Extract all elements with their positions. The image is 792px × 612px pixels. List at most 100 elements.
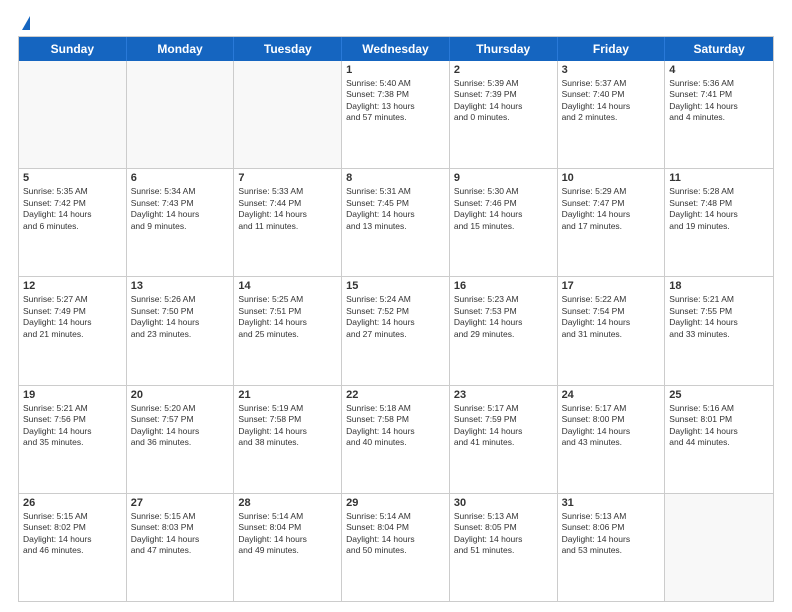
day-number: 26 <box>23 497 122 509</box>
calendar-cell: 29Sunrise: 5:14 AM Sunset: 8:04 PM Dayli… <box>342 494 450 601</box>
day-info: Sunrise: 5:30 AM Sunset: 7:46 PM Dayligh… <box>454 186 553 232</box>
weekday-header: Sunday <box>19 37 127 61</box>
calendar-header: SundayMondayTuesdayWednesdayThursdayFrid… <box>19 37 773 61</box>
logo <box>18 18 30 26</box>
day-number: 22 <box>346 389 445 401</box>
day-number: 16 <box>454 280 553 292</box>
day-number: 12 <box>23 280 122 292</box>
calendar-row: 19 Sunrise: 5:21 AM Sunset: 7:56 PM Dayli… <box>19 385 773 493</box>
calendar-cell: 18Sunrise: 5:21 AM Sunset: 7:55 PM Dayli… <box>665 277 773 384</box>
day-number: 19 <box>23 389 122 401</box>
calendar-row: 1Sunrise: 5:40 AM Sunset: 7:38 PM Daylig… <box>19 61 773 168</box>
day-info: Sunrise: 5:21 AM Sunset: 7:56 PM Dayligh… <box>23 403 122 449</box>
calendar-cell: 26 Sunrise: 5:15 AM Sunset: 8:02 PM Dayli… <box>19 494 127 601</box>
calendar: SundayMondayTuesdayWednesdayThursdayFrid… <box>18 36 774 602</box>
day-number: 9 <box>454 172 553 184</box>
calendar-cell: 24 Sunrise: 5:17 AM Sunset: 8:00 PM Dayli… <box>558 386 666 493</box>
day-number: 3 <box>562 64 661 76</box>
day-info: Sunrise: 5:17 AM Sunset: 8:00 PM Dayligh… <box>562 403 661 449</box>
weekday-header: Friday <box>558 37 666 61</box>
calendar-cell: 4Sunrise: 5:36 AM Sunset: 7:41 PM Daylig… <box>665 61 773 168</box>
calendar-cell: 17 Sunrise: 5:22 AM Sunset: 7:54 PM Dayli… <box>558 277 666 384</box>
calendar-cell: 28Sunrise: 5:14 AM Sunset: 8:04 PM Dayli… <box>234 494 342 601</box>
day-number: 10 <box>562 172 661 184</box>
day-info: Sunrise: 5:33 AM Sunset: 7:44 PM Dayligh… <box>238 186 337 232</box>
weekday-header: Tuesday <box>234 37 342 61</box>
calendar-cell: 19 Sunrise: 5:21 AM Sunset: 7:56 PM Dayli… <box>19 386 127 493</box>
calendar-cell: 22 Sunrise: 5:18 AM Sunset: 7:58 PM Dayli… <box>342 386 450 493</box>
day-info: Sunrise: 5:13 AM Sunset: 8:06 PM Dayligh… <box>562 511 661 557</box>
calendar-cell: 30 Sunrise: 5:13 AM Sunset: 8:05 PM Dayli… <box>450 494 558 601</box>
day-number: 8 <box>346 172 445 184</box>
day-info: Sunrise: 5:16 AM Sunset: 8:01 PM Dayligh… <box>669 403 769 449</box>
day-number: 24 <box>562 389 661 401</box>
calendar-cell: 8 Sunrise: 5:31 AM Sunset: 7:45 PM Daylig… <box>342 169 450 276</box>
day-number: 14 <box>238 280 337 292</box>
calendar-cell: 16 Sunrise: 5:23 AM Sunset: 7:53 PM Dayli… <box>450 277 558 384</box>
calendar-row: 12Sunrise: 5:27 AM Sunset: 7:49 PM Dayli… <box>19 276 773 384</box>
calendar-row: 26 Sunrise: 5:15 AM Sunset: 8:02 PM Dayli… <box>19 493 773 601</box>
day-number: 21 <box>238 389 337 401</box>
day-info: Sunrise: 5:26 AM Sunset: 7:50 PM Dayligh… <box>131 294 230 340</box>
day-number: 17 <box>562 280 661 292</box>
day-info: Sunrise: 5:31 AM Sunset: 7:45 PM Dayligh… <box>346 186 445 232</box>
calendar-row: 5Sunrise: 5:35 AM Sunset: 7:42 PM Daylig… <box>19 168 773 276</box>
calendar-cell: 21 Sunrise: 5:19 AM Sunset: 7:58 PM Dayli… <box>234 386 342 493</box>
day-info: Sunrise: 5:39 AM Sunset: 7:39 PM Dayligh… <box>454 78 553 124</box>
calendar-cell <box>19 61 127 168</box>
calendar-body: 1Sunrise: 5:40 AM Sunset: 7:38 PM Daylig… <box>19 61 773 601</box>
day-number: 25 <box>669 389 769 401</box>
calendar-cell <box>127 61 235 168</box>
day-info: Sunrise: 5:21 AM Sunset: 7:55 PM Dayligh… <box>669 294 769 340</box>
calendar-cell: 10 Sunrise: 5:29 AM Sunset: 7:47 PM Dayli… <box>558 169 666 276</box>
calendar-cell: 25 Sunrise: 5:16 AM Sunset: 8:01 PM Dayli… <box>665 386 773 493</box>
day-info: Sunrise: 5:37 AM Sunset: 7:40 PM Dayligh… <box>562 78 661 124</box>
day-info: Sunrise: 5:20 AM Sunset: 7:57 PM Dayligh… <box>131 403 230 449</box>
day-info: Sunrise: 5:28 AM Sunset: 7:48 PM Dayligh… <box>669 186 769 232</box>
calendar-cell <box>234 61 342 168</box>
day-number: 30 <box>454 497 553 509</box>
day-info: Sunrise: 5:34 AM Sunset: 7:43 PM Dayligh… <box>131 186 230 232</box>
weekday-header: Saturday <box>665 37 773 61</box>
header <box>18 18 774 26</box>
day-info: Sunrise: 5:29 AM Sunset: 7:47 PM Dayligh… <box>562 186 661 232</box>
page: SundayMondayTuesdayWednesdayThursdayFrid… <box>0 0 792 612</box>
day-info: Sunrise: 5:23 AM Sunset: 7:53 PM Dayligh… <box>454 294 553 340</box>
logo-triangle-icon <box>22 16 30 30</box>
day-number: 6 <box>131 172 230 184</box>
day-info: Sunrise: 5:22 AM Sunset: 7:54 PM Dayligh… <box>562 294 661 340</box>
calendar-cell: 6 Sunrise: 5:34 AM Sunset: 7:43 PM Daylig… <box>127 169 235 276</box>
day-number: 15 <box>346 280 445 292</box>
day-number: 7 <box>238 172 337 184</box>
calendar-cell: 15 Sunrise: 5:24 AM Sunset: 7:52 PM Dayli… <box>342 277 450 384</box>
calendar-cell: 12Sunrise: 5:27 AM Sunset: 7:49 PM Dayli… <box>19 277 127 384</box>
calendar-cell: 2 Sunrise: 5:39 AM Sunset: 7:39 PM Daylig… <box>450 61 558 168</box>
day-info: Sunrise: 5:14 AM Sunset: 8:04 PM Dayligh… <box>346 511 445 557</box>
day-number: 27 <box>131 497 230 509</box>
day-info: Sunrise: 5:18 AM Sunset: 7:58 PM Dayligh… <box>346 403 445 449</box>
day-number: 20 <box>131 389 230 401</box>
day-info: Sunrise: 5:15 AM Sunset: 8:02 PM Dayligh… <box>23 511 122 557</box>
day-info: Sunrise: 5:36 AM Sunset: 7:41 PM Dayligh… <box>669 78 769 124</box>
calendar-cell: 20 Sunrise: 5:20 AM Sunset: 7:57 PM Dayli… <box>127 386 235 493</box>
day-info: Sunrise: 5:24 AM Sunset: 7:52 PM Dayligh… <box>346 294 445 340</box>
day-number: 23 <box>454 389 553 401</box>
day-number: 11 <box>669 172 769 184</box>
calendar-cell: 1Sunrise: 5:40 AM Sunset: 7:38 PM Daylig… <box>342 61 450 168</box>
day-number: 2 <box>454 64 553 76</box>
calendar-cell: 9 Sunrise: 5:30 AM Sunset: 7:46 PM Daylig… <box>450 169 558 276</box>
calendar-cell: 5Sunrise: 5:35 AM Sunset: 7:42 PM Daylig… <box>19 169 127 276</box>
day-info: Sunrise: 5:13 AM Sunset: 8:05 PM Dayligh… <box>454 511 553 557</box>
calendar-cell: 27Sunrise: 5:15 AM Sunset: 8:03 PM Dayli… <box>127 494 235 601</box>
day-info: Sunrise: 5:17 AM Sunset: 7:59 PM Dayligh… <box>454 403 553 449</box>
calendar-cell: 3 Sunrise: 5:37 AM Sunset: 7:40 PM Daylig… <box>558 61 666 168</box>
day-number: 1 <box>346 64 445 76</box>
calendar-cell: 31Sunrise: 5:13 AM Sunset: 8:06 PM Dayli… <box>558 494 666 601</box>
weekday-header: Thursday <box>450 37 558 61</box>
calendar-cell: 23 Sunrise: 5:17 AM Sunset: 7:59 PM Dayli… <box>450 386 558 493</box>
day-number: 13 <box>131 280 230 292</box>
calendar-cell: 13 Sunrise: 5:26 AM Sunset: 7:50 PM Dayli… <box>127 277 235 384</box>
weekday-header: Wednesday <box>342 37 450 61</box>
day-info: Sunrise: 5:19 AM Sunset: 7:58 PM Dayligh… <box>238 403 337 449</box>
day-info: Sunrise: 5:35 AM Sunset: 7:42 PM Dayligh… <box>23 186 122 232</box>
